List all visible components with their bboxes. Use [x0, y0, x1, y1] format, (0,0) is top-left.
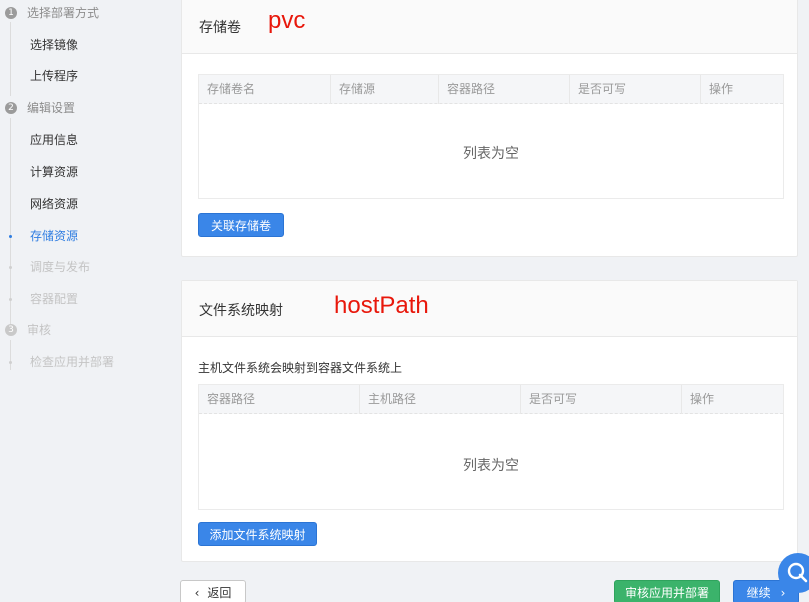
step-number: 2 [5, 102, 17, 114]
storage-volume-card: 存储卷 pvc 存储卷名 存储源 容器路径 是否可写 操作 列表为空 关联存储卷 [181, 0, 798, 257]
back-label: 返回 [207, 586, 232, 600]
column-header: 容器路径 [438, 75, 569, 104]
column-header: 操作 [681, 385, 785, 414]
column-header: 是否可写 [569, 75, 700, 104]
sidebar-item-label: 调度与发布 [30, 260, 91, 274]
step-connector [10, 340, 11, 370]
bullet-icon [9, 266, 12, 269]
step-label: 编辑设置 [27, 101, 76, 115]
sidebar-item-label: 容器配置 [30, 292, 79, 306]
column-header: 存储卷名 [207, 82, 256, 96]
column-header: 操作 [700, 75, 785, 104]
card-header: 存储卷 pvc [182, 0, 797, 54]
empty-state: 列表为空 [463, 146, 519, 162]
hostpath-table: 容器路径 主机路径 是否可写 操作 列表为空 [198, 384, 784, 510]
chat-glyph-icon [787, 562, 808, 583]
hostpath-card: 文件系统映射 hostPath 主机文件系统会映射到容器文件系统上 容器路径 主… [181, 280, 798, 562]
continue-label: 继续 [746, 586, 771, 600]
card-header: 文件系统映射 hostPath [182, 281, 797, 337]
empty-state: 列表为空 [463, 458, 519, 474]
sidebar-item-label: 检查应用并部署 [30, 355, 115, 369]
step-number: 3 [5, 324, 17, 336]
column-header: 容器路径 [207, 392, 256, 406]
add-hostpath-button[interactable]: 添加文件系统映射 [198, 522, 317, 546]
column-header: 是否可写 [520, 385, 681, 414]
card-title: 存储卷 [199, 20, 241, 36]
storage-volume-table: 存储卷名 存储源 容器路径 是否可写 操作 列表为空 [198, 74, 784, 199]
step-connector [10, 118, 11, 324]
step-label: 审核 [27, 323, 52, 337]
bullet-icon [9, 361, 12, 364]
sidebar-item-label: 网络资源 [30, 197, 79, 211]
bullet-icon [9, 298, 12, 301]
column-header: 主机路径 [359, 385, 520, 414]
annotation-label: hostPath [334, 292, 429, 319]
step-number: 1 [5, 7, 17, 19]
annotation-label: pvc [268, 7, 306, 34]
sidebar-item-label: 计算资源 [30, 165, 79, 179]
step-label: 选择部署方式 [27, 6, 100, 20]
table-header: 容器路径 主机路径 是否可写 操作 [199, 385, 783, 414]
sidebar-item-label: 应用信息 [30, 133, 79, 147]
sidebar-item-label: 上传程序 [30, 69, 79, 83]
sidebar-item-label: 存储资源 [30, 229, 79, 243]
back-button[interactable]: ‹ 返回 [180, 580, 246, 602]
step-connector [10, 22, 11, 96]
review-deploy-button[interactable]: 审核应用并部署 [614, 580, 720, 602]
attach-volume-button[interactable]: 关联存储卷 [198, 213, 284, 237]
card-title: 文件系统映射 [199, 303, 283, 319]
table-header: 存储卷名 存储源 容器路径 是否可写 操作 [199, 75, 783, 104]
column-header: 存储源 [330, 75, 438, 104]
step-sidebar: 1 选择部署方式 选择镜像 上传程序 2 编辑设置 应用信息 计算资源 网络资源… [0, 0, 165, 602]
active-bullet-icon [9, 235, 12, 238]
hostpath-description: 主机文件系统会映射到容器文件系统上 [198, 361, 403, 375]
sidebar-item-label: 选择镜像 [30, 38, 79, 52]
chevron-left-icon: ‹ [194, 586, 200, 600]
